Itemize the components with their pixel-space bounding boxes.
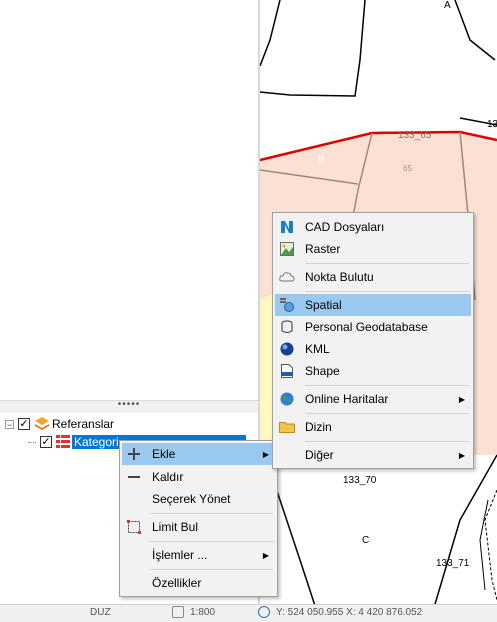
menu-item-secerek-yonet[interactable]: Seçerek Yönet	[122, 488, 275, 510]
submenu-arrow-icon: ▶	[458, 450, 465, 460]
collapse-icon[interactable]: −	[5, 419, 14, 429]
shape-file-icon	[279, 363, 295, 379]
menu-separator	[305, 291, 469, 292]
map-label: 133_65	[398, 130, 432, 141]
submenu-item-label: Dizin	[305, 420, 332, 434]
layers-icon	[35, 417, 49, 430]
cad-icon	[279, 219, 295, 235]
map-label: B	[318, 154, 325, 165]
category-layer-icon	[56, 435, 70, 448]
tree-connector	[28, 441, 36, 443]
map-label: 133_70	[343, 475, 377, 486]
map-label: A	[444, 0, 451, 11]
kml-icon	[279, 341, 295, 357]
menu-item-ozellikler[interactable]: Özellikler	[122, 572, 275, 594]
map-label: C	[362, 535, 369, 546]
panel-splitter[interactable]: •••••	[0, 400, 258, 414]
map-label: 65	[403, 164, 412, 173]
submenu-item-raster[interactable]: Raster	[275, 238, 471, 260]
raster-icon	[279, 241, 295, 257]
layer-checkbox[interactable]: ✓	[18, 418, 30, 430]
database-icon	[279, 319, 295, 335]
menu-separator	[150, 513, 273, 514]
menu-item-ekle[interactable]: Ekle ▶	[122, 443, 275, 465]
submenu-arrow-icon: ▶	[262, 449, 269, 459]
extent-icon	[126, 519, 142, 535]
map-label: 133_71	[436, 558, 470, 569]
status-mode: DUZ	[90, 607, 111, 618]
submenu-item-label: Online Haritalar	[305, 392, 389, 406]
minus-icon	[126, 469, 142, 485]
status-scale: 1:800	[190, 607, 216, 618]
submenu-item-label: Personal Geodatabase	[305, 320, 428, 334]
submenu-item-label: Shape	[305, 364, 340, 378]
status-bar: DUZ 1:800 Y: 524 050.955 X: 4 420 876.05…	[0, 604, 497, 622]
submenu-item-dizin[interactable]: Dizin	[275, 416, 471, 438]
globe-icon	[279, 391, 295, 407]
status-coordinates: Y: 524 050.955 X: 4 420 876.052	[276, 607, 423, 618]
submenu-item-label: CAD Dosyaları	[305, 220, 385, 234]
spatial-icon	[279, 297, 295, 313]
submenu-item-cad-dosyalari[interactable]: CAD Dosyaları	[275, 216, 471, 238]
menu-item-label: Limit Bul	[152, 520, 199, 534]
submenu-arrow-icon: ▶	[458, 394, 465, 404]
menu-separator	[305, 385, 469, 386]
submenu-item-diger[interactable]: Diğer ▶	[275, 444, 471, 466]
submenu-item-label: KML	[305, 342, 330, 356]
menu-separator	[305, 263, 469, 264]
submenu-item-label: Nokta Bulutu	[305, 270, 374, 284]
submenu-item-shape[interactable]: Shape	[275, 360, 471, 382]
submenu-item-nokta-bulutu[interactable]: Nokta Bulutu	[275, 266, 471, 288]
menu-separator	[305, 413, 469, 414]
submenu-item-spatial[interactable]: Spatial	[275, 294, 471, 316]
menu-item-label: Ekle	[152, 447, 176, 461]
tree-row-referanslar[interactable]: − ✓ Referanslar	[5, 415, 116, 433]
menu-separator	[150, 569, 273, 570]
tree-root-label: Referanslar	[52, 417, 115, 431]
folder-icon	[279, 419, 295, 435]
add-submenu: CAD Dosyaları Raster Nokta Bulutu Spatia…	[272, 212, 474, 469]
cloud-icon	[279, 269, 295, 285]
submenu-item-kml[interactable]: KML	[275, 338, 471, 360]
menu-item-islemler[interactable]: İşlemler ... ▶	[122, 544, 275, 566]
submenu-arrow-icon: ▶	[262, 550, 269, 560]
menu-item-label: Seçerek Yönet	[152, 492, 231, 506]
globe-icon	[258, 606, 270, 618]
submenu-item-label: Raster	[305, 242, 341, 256]
menu-item-label: Kaldır	[152, 470, 184, 484]
submenu-item-label: Diğer	[305, 448, 334, 462]
layer-checkbox[interactable]: ✓	[40, 436, 52, 448]
submenu-item-online-haritalar[interactable]: Online Haritalar ▶	[275, 388, 471, 410]
menu-item-label: Özellikler	[152, 576, 202, 590]
menu-item-kaldir[interactable]: Kaldır	[122, 466, 275, 488]
plus-icon	[126, 446, 142, 462]
layer-context-menu: Ekle ▶ Kaldır Seçerek Yönet Limit Bul İş…	[119, 440, 278, 597]
lock-icon[interactable]	[172, 606, 184, 618]
menu-separator	[150, 541, 273, 542]
menu-item-limit-bul[interactable]: Limit Bul	[122, 516, 275, 538]
map-label: 13	[487, 119, 497, 130]
menu-separator	[305, 441, 469, 442]
menu-item-label: İşlemler ...	[152, 548, 208, 562]
submenu-item-personal-geodatabase[interactable]: Personal Geodatabase	[275, 316, 471, 338]
submenu-item-label: Spatial	[305, 298, 342, 312]
